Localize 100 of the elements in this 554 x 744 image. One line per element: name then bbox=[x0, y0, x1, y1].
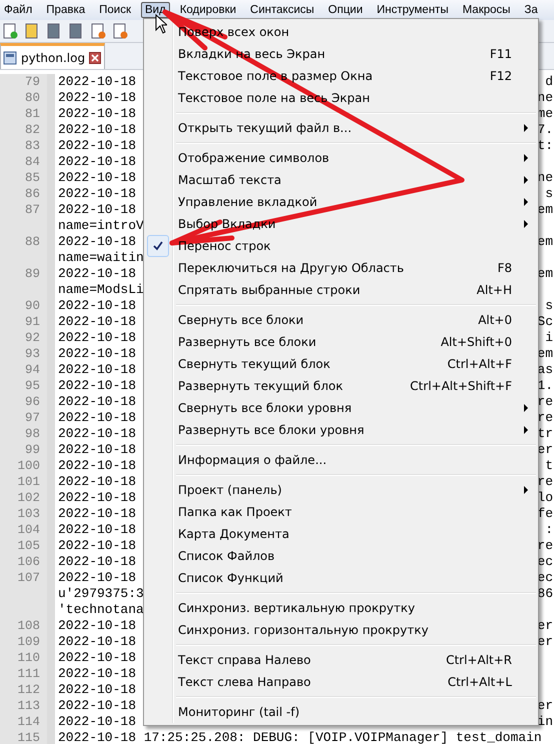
code-text: 2022-10-18 bbox=[57, 138, 136, 154]
line-number: 86 bbox=[24, 187, 40, 201]
code-text: 2022-10-18 bbox=[57, 90, 136, 106]
line-number: 90 bbox=[24, 299, 40, 313]
menu-entry[interactable]: Развернуть текущий блок Ctrl+Alt+Shift+F bbox=[144, 375, 538, 397]
menu-entry[interactable]: Отображение символов bbox=[144, 147, 538, 169]
code-text: 2022-10-18 bbox=[57, 346, 136, 362]
menu-entry[interactable]: Свернуть текущий блок Ctrl+Alt+F bbox=[144, 353, 538, 375]
save-all-icon[interactable] bbox=[68, 23, 84, 39]
code-text: re bbox=[537, 538, 554, 554]
code-text: 2022-10-18 bbox=[57, 506, 136, 522]
code-text: 2022-10-18 bbox=[57, 698, 136, 714]
code-text: name=ModsLi bbox=[57, 282, 144, 298]
code-text: fe bbox=[537, 506, 554, 522]
code-text: em bbox=[537, 202, 554, 218]
code-text: 2022-10-18 bbox=[57, 314, 136, 330]
menu-item[interactable]: Файл bbox=[0, 2, 36, 18]
code-text: 2022-10-18 bbox=[57, 122, 136, 138]
file-tab[interactable]: python.log bbox=[0, 43, 106, 69]
code-text: 2022-10-18 bbox=[57, 650, 136, 666]
menu-entry[interactable]: Информация о файле... bbox=[144, 449, 538, 471]
line-number: 105 bbox=[17, 539, 40, 553]
code-text: 2022-10-18 bbox=[57, 186, 136, 202]
menu-item[interactable]: Кодировки bbox=[176, 2, 240, 18]
menu-item[interactable]: Макросы bbox=[458, 2, 514, 18]
line-number: 109 bbox=[17, 635, 40, 649]
save-icon[interactable] bbox=[46, 23, 62, 39]
line-number: 89 bbox=[24, 267, 40, 281]
menu-entry[interactable]: Проект (панель) bbox=[144, 479, 538, 501]
code-text: : bbox=[545, 522, 554, 538]
code-text: 2022-10-18 bbox=[57, 714, 136, 730]
close-icon[interactable] bbox=[89, 52, 102, 64]
code-text: 1. bbox=[537, 378, 554, 394]
menu-entry[interactable]: Свернуть все блоки уровня bbox=[144, 397, 538, 419]
code-text: re bbox=[537, 394, 554, 410]
code-text: in bbox=[537, 714, 554, 730]
menu-entry[interactable]: Развернуть все блоки уровня bbox=[144, 419, 538, 441]
code-text: s bbox=[545, 186, 554, 202]
line-number: 97 bbox=[24, 411, 40, 425]
menu-entry[interactable]: Управление вкладкой bbox=[144, 191, 538, 213]
open-file-icon[interactable] bbox=[24, 23, 40, 39]
menu-entry[interactable]: Текст слева Направо Ctrl+Alt+L bbox=[144, 671, 538, 693]
code-text: 2022-10-18 bbox=[57, 490, 136, 506]
code-text: t bbox=[545, 458, 554, 474]
menu-entry[interactable]: Текст справа Налево Ctrl+Alt+R bbox=[144, 649, 538, 671]
line-number: 102 bbox=[17, 491, 40, 505]
menu-item[interactable]: Правка bbox=[42, 2, 90, 18]
line-number: 93 bbox=[24, 347, 40, 361]
line-number: 114 bbox=[17, 715, 40, 729]
line-number: 87 bbox=[24, 203, 40, 217]
menu-entry[interactable]: Переключиться на Другую Область F8 bbox=[144, 257, 538, 279]
menu-entry[interactable]: Список Функций bbox=[144, 567, 538, 589]
menu-entry[interactable]: Синхрониз. вертикальную прокрутку bbox=[144, 597, 538, 619]
code-text: 2022-10-18 bbox=[57, 378, 136, 394]
code-text: 2022-10-18 bbox=[57, 538, 136, 554]
code-text: 2022-10-18 bbox=[57, 682, 136, 698]
line-number: 110 bbox=[17, 651, 40, 665]
menu-item[interactable]: Поиск bbox=[95, 2, 136, 18]
menu-entry[interactable]: Перенос строк bbox=[144, 235, 538, 257]
line-number: 113 bbox=[17, 699, 40, 713]
code-text: 2022-10-18 bbox=[57, 106, 136, 122]
code-text: 2022-10-18 bbox=[57, 442, 136, 458]
line-number: 115 bbox=[17, 731, 40, 744]
menu-entry[interactable]: Папка как Проект bbox=[144, 501, 538, 523]
menu-item[interactable]: Синтаксисы bbox=[246, 2, 318, 18]
menu-item[interactable]: Инструменты bbox=[372, 2, 452, 18]
line-number: 100 bbox=[17, 459, 40, 473]
code-text: name=waitin bbox=[57, 250, 144, 266]
menu-entry[interactable]: Открыть текущий файл в... bbox=[144, 117, 538, 139]
new-file-icon[interactable] bbox=[2, 23, 18, 39]
code-text: tr bbox=[537, 426, 554, 442]
document-close-icon[interactable] bbox=[90, 23, 106, 39]
documents-close-icon[interactable] bbox=[112, 23, 128, 39]
menu-entry[interactable]: Спрятать выбранные строки Alt+H bbox=[144, 279, 538, 301]
code-text: 2022-10-18 bbox=[57, 570, 136, 586]
code-text: 2022-10-18 bbox=[57, 170, 136, 186]
menu-entry[interactable]: Синхрониз. горизонтальную прокрутку bbox=[144, 619, 538, 641]
menu-entry[interactable]: Развернуть все блоки Alt+Shift+0 bbox=[144, 331, 538, 353]
menu-entry[interactable]: Список Файлов bbox=[144, 545, 538, 567]
line-number: 80 bbox=[24, 91, 40, 105]
line-number: 108 bbox=[17, 619, 40, 633]
line-number: 84 bbox=[24, 155, 40, 169]
code-text: i bbox=[545, 330, 554, 346]
menu-entry[interactable]: Свернуть все блоки Alt+0 bbox=[144, 309, 538, 331]
code-text: em bbox=[537, 266, 554, 282]
code-text: 2022-10-18 bbox=[57, 666, 136, 682]
code-text: d bbox=[545, 74, 554, 90]
code-text: s bbox=[545, 298, 554, 314]
menu-entry[interactable]: Карта Документа bbox=[144, 523, 538, 545]
line-number: 107 bbox=[17, 571, 40, 585]
line-number: 101 bbox=[17, 475, 40, 489]
menu-item[interactable]: Опции bbox=[324, 2, 367, 18]
line-number: 94 bbox=[24, 363, 40, 377]
menu-entry[interactable]: Мониторинг (tail -f) bbox=[144, 701, 538, 723]
line-number: 104 bbox=[17, 523, 40, 537]
code-text: 2022-10-18 bbox=[57, 202, 136, 218]
menu-item[interactable]: За bbox=[520, 2, 542, 18]
menu-entry[interactable]: Масштаб текста bbox=[144, 169, 538, 191]
code-text: 2022-10-18 bbox=[57, 410, 136, 426]
code-text: 86 bbox=[537, 586, 554, 602]
